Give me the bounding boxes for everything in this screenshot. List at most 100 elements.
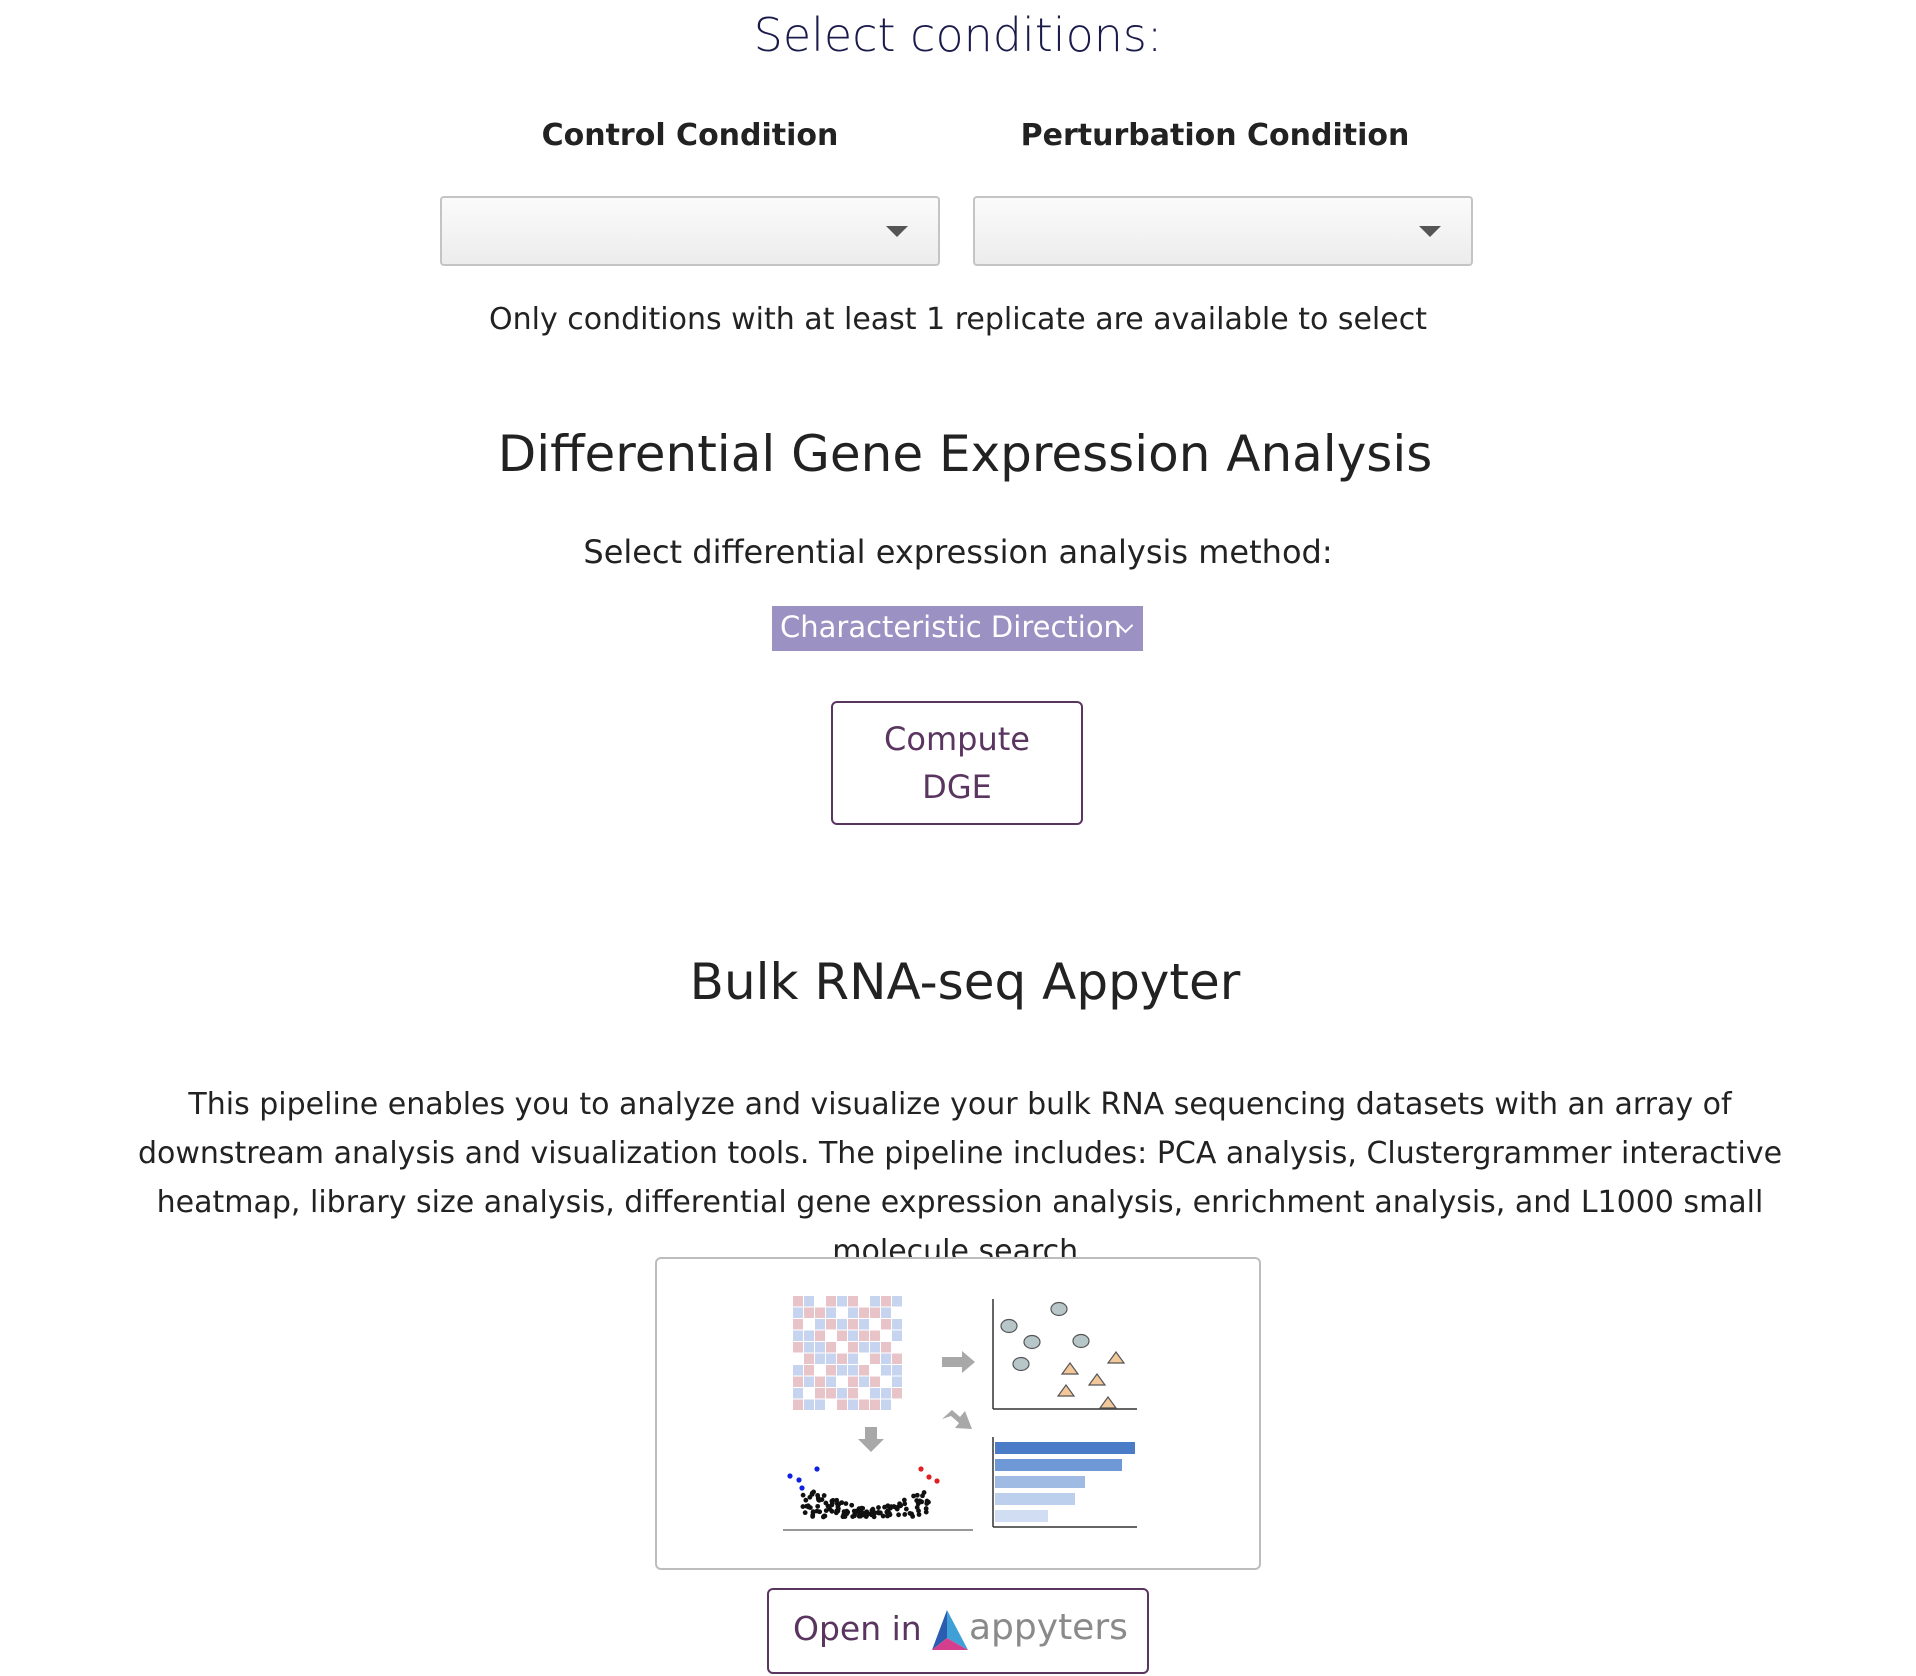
method-select[interactable]: Characteristic Direction bbox=[772, 606, 1143, 651]
volcano-point bbox=[816, 1497, 822, 1503]
volcano-point bbox=[800, 1492, 806, 1498]
heatmap-cell bbox=[815, 1342, 825, 1353]
volcano-point bbox=[920, 1493, 925, 1499]
heatmap-cell bbox=[793, 1376, 803, 1387]
volcano-point bbox=[856, 1513, 862, 1519]
heatmap-cell bbox=[881, 1307, 891, 1318]
appyter-description: This pipeline enables you to analyze and… bbox=[137, 1087, 1783, 1269]
volcano-point bbox=[834, 1497, 840, 1503]
volcano-point bbox=[924, 1498, 930, 1504]
heatmap-cell bbox=[804, 1307, 814, 1318]
volcano-point bbox=[882, 1504, 887, 1510]
heatmap-cell bbox=[826, 1353, 836, 1364]
heatmap-cell bbox=[837, 1353, 847, 1364]
heatmap-cell bbox=[870, 1319, 880, 1330]
heatmap-cell bbox=[892, 1342, 902, 1353]
heatmap-cell bbox=[815, 1296, 825, 1307]
heatmap-cell bbox=[870, 1330, 880, 1341]
volcano-point bbox=[919, 1499, 925, 1505]
compute-label-line2: DGE bbox=[922, 768, 992, 806]
perturbation-condition-dropdown[interactable] bbox=[973, 196, 1473, 266]
volcano-point-down bbox=[796, 1477, 802, 1483]
heatmap-cell bbox=[804, 1330, 814, 1341]
heatmap-cell bbox=[870, 1342, 880, 1353]
volcano-point bbox=[850, 1514, 856, 1520]
volcano-point bbox=[839, 1500, 845, 1506]
heatmap-cell bbox=[804, 1296, 814, 1307]
heatmap-cell bbox=[881, 1376, 891, 1387]
heatmap-cell bbox=[870, 1353, 880, 1364]
heatmap-cell bbox=[826, 1307, 836, 1318]
heatmap-cell bbox=[848, 1342, 858, 1353]
replicate-note: Only conditions with at least 1 replicat… bbox=[489, 302, 1427, 337]
volcano-point bbox=[914, 1492, 920, 1498]
heatmap-cell bbox=[870, 1399, 880, 1410]
volcano-point bbox=[916, 1512, 922, 1517]
heatmap-cell bbox=[859, 1330, 869, 1341]
heatmap-cell bbox=[859, 1399, 869, 1410]
heatmap-cell bbox=[848, 1319, 858, 1330]
heatmap-cell bbox=[826, 1388, 836, 1399]
heatmap-cell bbox=[804, 1353, 814, 1364]
heatmap-cell bbox=[837, 1296, 847, 1307]
volcano-plot bbox=[787, 1466, 940, 1520]
volcano-point-up bbox=[918, 1466, 924, 1472]
volcano-point bbox=[807, 1494, 813, 1500]
heatmap-icon bbox=[793, 1296, 902, 1410]
caret-down-icon bbox=[1419, 226, 1441, 237]
volcano-point bbox=[829, 1508, 835, 1514]
heatmap-cell bbox=[837, 1319, 847, 1330]
heatmap-cell bbox=[870, 1388, 880, 1399]
heatmap-cell bbox=[881, 1330, 891, 1341]
volcano-point bbox=[821, 1493, 827, 1498]
caret-down-icon bbox=[886, 226, 908, 237]
method-select-value: Characteristic Direction bbox=[780, 610, 1122, 644]
heatmap-cell bbox=[826, 1342, 836, 1353]
heatmap-cell bbox=[826, 1376, 836, 1387]
heatmap-cell bbox=[859, 1296, 869, 1307]
heatmap-cell bbox=[848, 1388, 858, 1399]
heatmap-cell bbox=[815, 1399, 825, 1410]
volcano-point bbox=[910, 1513, 916, 1519]
heatmap-cell bbox=[793, 1307, 803, 1318]
volcano-point-up bbox=[934, 1478, 940, 1484]
heatmap-cell bbox=[848, 1376, 858, 1387]
volcano-point bbox=[823, 1500, 829, 1506]
heatmap-cell bbox=[881, 1388, 891, 1399]
volcano-point-up bbox=[926, 1474, 932, 1480]
heatmap-cell bbox=[815, 1330, 825, 1341]
volcano-point-down bbox=[799, 1485, 805, 1491]
heatmap-cell bbox=[892, 1296, 902, 1307]
heatmap-cell bbox=[837, 1307, 847, 1318]
heatmap-cell bbox=[804, 1319, 814, 1330]
heatmap-cell bbox=[804, 1365, 814, 1376]
heatmap-cell bbox=[793, 1319, 803, 1330]
control-condition-dropdown[interactable] bbox=[440, 196, 940, 266]
volcano-point bbox=[894, 1506, 900, 1512]
heatmap-cell bbox=[793, 1399, 803, 1410]
heatmap-cell bbox=[859, 1342, 869, 1353]
volcano-point bbox=[815, 1503, 821, 1509]
pca-points bbox=[1000, 1301, 1090, 1372]
heatmap-cell bbox=[793, 1342, 803, 1353]
heatmap-cell bbox=[859, 1319, 869, 1330]
heatmap-cell bbox=[881, 1319, 891, 1330]
heatmap-cell bbox=[837, 1330, 847, 1341]
heatmap-cell bbox=[892, 1365, 902, 1376]
heatmap-cell bbox=[892, 1399, 902, 1410]
enrichment-bars bbox=[995, 1442, 1135, 1522]
heatmap-cell bbox=[892, 1353, 902, 1364]
volcano-point bbox=[869, 1512, 875, 1518]
open-in-appyters-button[interactable]: Open in appyters bbox=[767, 1588, 1149, 1674]
heatmap-cell bbox=[848, 1399, 858, 1410]
heatmap-cell bbox=[826, 1319, 836, 1330]
pipeline-diagram-icon bbox=[783, 1296, 1137, 1531]
heatmap-cell bbox=[881, 1342, 891, 1353]
heatmap-cell bbox=[870, 1296, 880, 1307]
volcano-point bbox=[843, 1501, 849, 1506]
heatmap-cell bbox=[826, 1399, 836, 1410]
compute-dge-button[interactable]: Compute DGE bbox=[831, 701, 1083, 825]
control-condition-label: Control Condition bbox=[541, 118, 839, 153]
volcano-point bbox=[902, 1512, 908, 1517]
heatmap-cell bbox=[848, 1365, 858, 1376]
